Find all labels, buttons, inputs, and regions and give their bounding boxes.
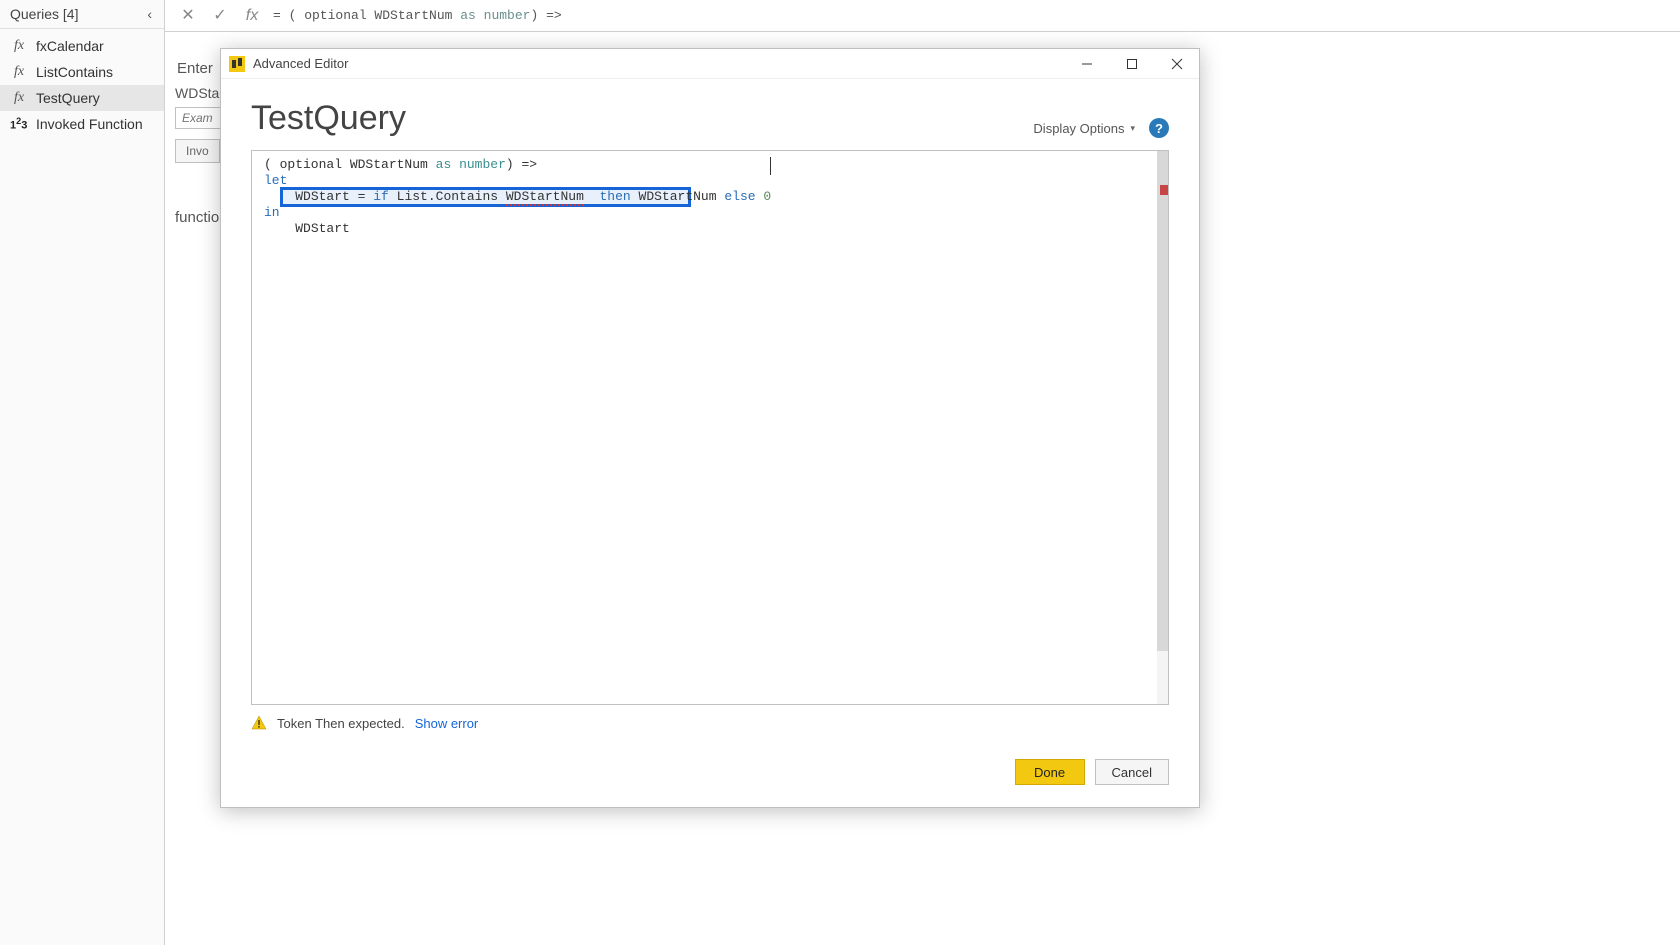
fx-icon: fx xyxy=(10,64,28,80)
error-row: Token Then expected. Show error xyxy=(251,715,1169,731)
code-line: ( optional WDStartNum as number) => xyxy=(264,157,1156,173)
code-editor[interactable]: ( optional WDStartNum as number) => let … xyxy=(251,150,1169,705)
chevron-down-icon: ▾ xyxy=(1130,123,1135,134)
fx-icon: fx xyxy=(10,90,28,106)
commit-formula-icon[interactable]: ✓ xyxy=(209,5,231,27)
queries-title: Queries [4] xyxy=(10,6,78,22)
query-label: Invoked Function xyxy=(36,116,143,132)
fx-icon: fx xyxy=(10,38,28,54)
formula-bar: ✕ ✓ fx = ( optional WDStartNum as number… xyxy=(165,0,1680,32)
error-text: Token Then expected. xyxy=(277,716,405,731)
dialog-titlebar: Advanced Editor xyxy=(221,49,1199,79)
code-line: in xyxy=(264,205,1156,221)
number-icon: 123 xyxy=(10,116,28,132)
query-label: TestQuery xyxy=(36,90,100,106)
display-options-dropdown[interactable]: Display Options ▾ xyxy=(1033,121,1135,136)
scrollbar-thumb[interactable] xyxy=(1157,151,1168,651)
close-button[interactable] xyxy=(1154,49,1199,79)
minimize-button[interactable] xyxy=(1064,49,1109,79)
query-label: fxCalendar xyxy=(36,38,104,54)
queries-panel: Queries [4] ‹ fx fxCalendar fx ListConta… xyxy=(0,0,165,945)
invoke-button[interactable]: Invo xyxy=(175,139,220,163)
powerbi-logo-icon xyxy=(229,56,245,72)
query-item-fxcalendar[interactable]: fx fxCalendar xyxy=(0,33,164,59)
dialog-title: Advanced Editor xyxy=(253,56,348,71)
queries-header: Queries [4] ‹ xyxy=(0,0,164,29)
cancel-formula-icon[interactable]: ✕ xyxy=(177,5,199,27)
show-error-link[interactable]: Show error xyxy=(415,716,479,731)
editor-scrollbar[interactable] xyxy=(1157,151,1168,704)
query-item-listcontains[interactable]: fx ListContains xyxy=(0,59,164,85)
dialog-header: TestQuery Display Options ▾ ? xyxy=(221,79,1199,150)
help-icon[interactable]: ? xyxy=(1149,118,1169,138)
collapse-panel-icon[interactable]: ‹ xyxy=(141,4,158,24)
query-heading: TestQuery xyxy=(251,99,406,138)
code-line: WDStart xyxy=(264,221,1156,237)
fx-icon[interactable]: fx xyxy=(241,5,263,27)
done-button[interactable]: Done xyxy=(1015,759,1085,785)
query-item-invoked-function[interactable]: 123 Invoked Function xyxy=(0,111,164,137)
error-marker[interactable] xyxy=(1160,185,1168,195)
code-line: WDStart = if List.Contains WDStartNum th… xyxy=(264,189,1156,205)
formula-text[interactable]: = ( optional WDStartNum as number) => xyxy=(273,8,562,23)
dialog-footer: Done Cancel xyxy=(221,731,1199,785)
advanced-editor-dialog: Advanced Editor TestQuery Display Option… xyxy=(220,48,1200,808)
warning-icon xyxy=(251,715,267,731)
query-label: ListContains xyxy=(36,64,113,80)
query-item-testquery[interactable]: fx TestQuery xyxy=(0,85,164,111)
queries-list: fx fxCalendar fx ListContains fx TestQue… xyxy=(0,29,164,137)
code-line: let xyxy=(264,173,1156,189)
cancel-button[interactable]: Cancel xyxy=(1095,759,1169,785)
maximize-button[interactable] xyxy=(1109,49,1154,79)
